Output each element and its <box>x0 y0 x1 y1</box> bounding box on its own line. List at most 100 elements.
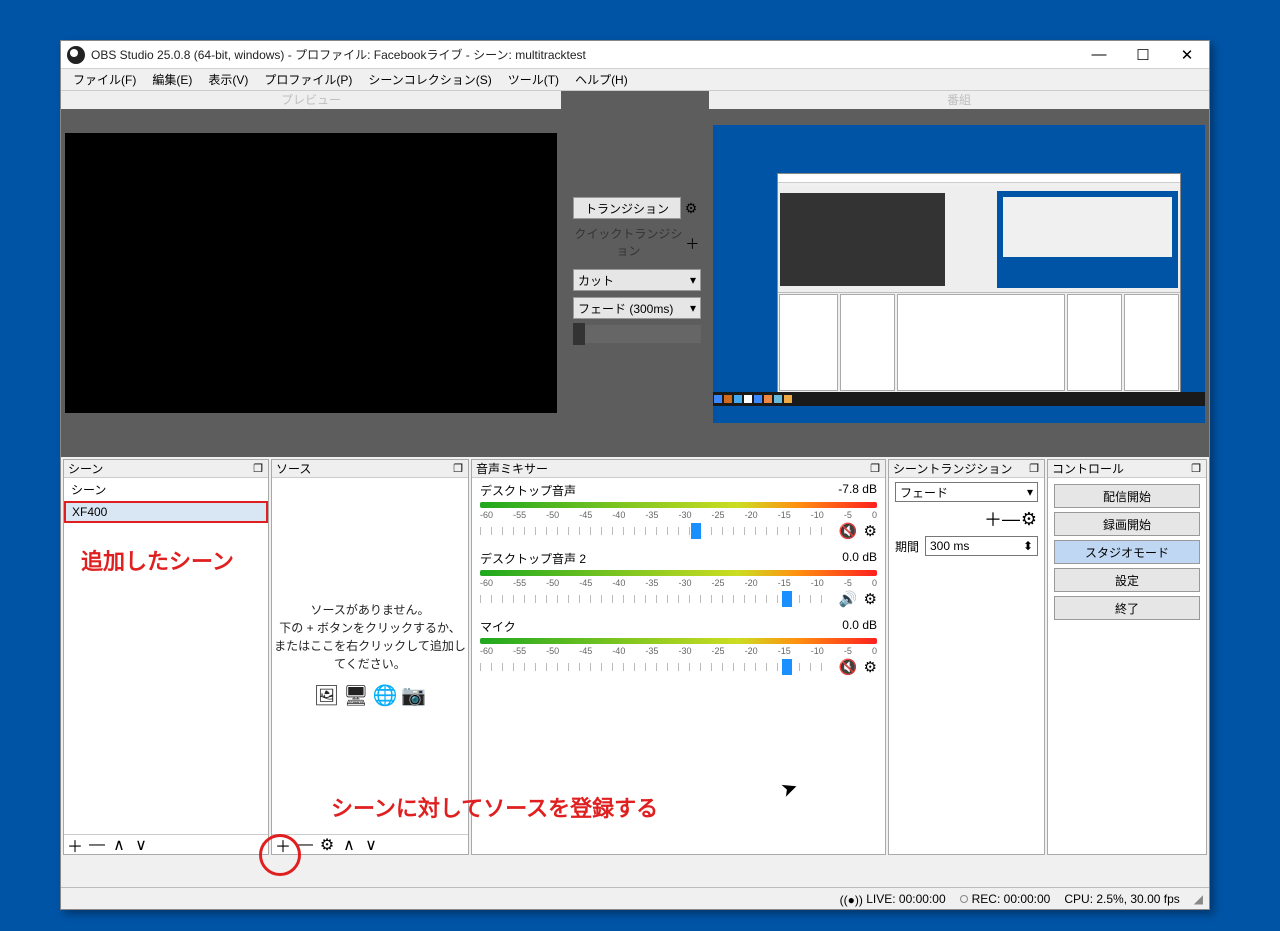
obs-icon <box>67 46 85 64</box>
taskbar-preview <box>713 392 1205 406</box>
close-button[interactable]: ✕ <box>1165 41 1209 69</box>
minimize-button[interactable]: — <box>1077 41 1121 69</box>
channel-name: デスクトップ音声 2 <box>480 550 842 567</box>
status-bar: ((●)) LIVE: 00:00:00 REC: 00:00:00 CPU: … <box>61 887 1209 909</box>
globe-icon: 🌐 <box>372 681 397 711</box>
undock-icon[interactable]: ❐ <box>252 462 264 475</box>
program-label: 番組 <box>709 91 1209 109</box>
annotation-register-source: シーンに対してソースを登録する <box>331 791 658 823</box>
scene-item[interactable]: シーン <box>64 478 268 501</box>
undock-icon[interactable]: ❐ <box>452 462 464 475</box>
monitor-icon: 🖥 <box>343 681 368 711</box>
remove-scene-button[interactable]: — <box>88 836 106 854</box>
resize-grip-icon[interactable]: ◢ <box>1194 892 1203 906</box>
menubar: ファイル(F) 編集(E) 表示(V) プロファイル(P) シーンコレクション(… <box>61 69 1209 91</box>
menu-help[interactable]: ヘルプ(H) <box>567 69 636 90</box>
controls-dock: コントロール❐ 配信開始 録画開始 スタジオモード 設定 終了 <box>1047 459 1207 855</box>
menu-view[interactable]: 表示(V) <box>200 69 256 90</box>
sources-empty-l3: またはここを右クリックして追加してください。 <box>272 637 468 673</box>
fade-select[interactable]: フェード (300ms)▾ <box>573 297 701 319</box>
mute-icon[interactable]: 🔇 <box>839 522 858 540</box>
gear-icon[interactable]: ⚙ <box>681 197 701 219</box>
mixer-title: 音声ミキサー <box>476 460 869 477</box>
menu-profile[interactable]: プロファイル(P) <box>256 69 360 90</box>
transitions-title: シーントランジション <box>893 460 1028 477</box>
gear-icon[interactable]: ⚙ <box>1020 509 1038 530</box>
settings-button[interactable]: 設定 <box>1054 568 1200 592</box>
camera-icon: 📷 <box>401 681 426 711</box>
rec-status: REC: 00:00:00 <box>960 892 1051 906</box>
level-meter <box>480 570 877 576</box>
speaker-icon[interactable]: 🔊 <box>839 590 858 608</box>
controls-title: コントロール <box>1052 460 1190 477</box>
gear-icon[interactable]: ⚙ <box>864 590 877 608</box>
cpu-status: CPU: 2.5%, 30.00 fps <box>1064 892 1179 906</box>
channel-name: デスクトップ音声 <box>480 482 838 499</box>
menu-scene-collection[interactable]: シーンコレクション(S) <box>360 69 499 90</box>
titlebar: OBS Studio 25.0.8 (64-bit, windows) - プロ… <box>61 41 1209 69</box>
preview-program-area: プレビュー トランジション ⚙ クイックトランジション＋ カット▾ フェード (… <box>61 91 1209 457</box>
exit-button[interactable]: 終了 <box>1054 596 1200 620</box>
volume-slider[interactable] <box>480 527 831 535</box>
undock-icon[interactable]: ❐ <box>1190 462 1202 475</box>
window-title: OBS Studio 25.0.8 (64-bit, windows) - プロ… <box>91 46 1077 63</box>
level-meter <box>480 638 877 644</box>
sources-empty[interactable]: ソースがありません。 下の + ボタンをクリックするか、 またはここを右クリック… <box>272 478 468 834</box>
scenes-toolbar: ＋ — ∧ ∨ <box>64 834 268 854</box>
move-up-icon[interactable]: ∧ <box>110 836 128 854</box>
menu-edit[interactable]: 編集(E) <box>144 69 200 90</box>
channel-db: -7.8 dB <box>838 482 877 499</box>
channel-name: マイク <box>480 618 842 635</box>
plus-icon[interactable]: ＋ <box>684 233 701 255</box>
quick-trans-label: クイックトランジション <box>573 225 684 259</box>
start-recording-button[interactable]: 録画開始 <box>1054 512 1200 536</box>
duration-label: 期間 <box>895 538 925 555</box>
preview-canvas[interactable] <box>65 133 557 413</box>
undock-icon[interactable]: ❐ <box>1028 462 1040 475</box>
start-streaming-button[interactable]: 配信開始 <box>1054 484 1200 508</box>
scenes-list: シーン XF400 <box>64 478 268 834</box>
minus-icon[interactable]: — <box>1002 509 1020 530</box>
annotation-circle <box>259 834 301 876</box>
t-bar-slider[interactable] <box>573 325 701 343</box>
cut-select[interactable]: カット▾ <box>573 269 701 291</box>
volume-slider[interactable] <box>480 595 831 603</box>
preview-label: プレビュー <box>61 91 561 109</box>
plus-icon[interactable]: ＋ <box>984 506 1002 532</box>
mute-icon[interactable]: 🔇 <box>839 658 858 676</box>
move-up-icon[interactable]: ∧ <box>340 836 358 854</box>
menu-tool[interactable]: ツール(T) <box>500 69 567 90</box>
channel-db: 0.0 dB <box>842 550 877 567</box>
studio-mode-button[interactable]: スタジオモード <box>1054 540 1200 564</box>
move-down-icon[interactable]: ∨ <box>132 836 150 854</box>
obs-window: OBS Studio 25.0.8 (64-bit, windows) - プロ… <box>60 40 1210 910</box>
preview-area: プレビュー <box>61 91 561 457</box>
gear-icon[interactable]: ⚙ <box>864 522 877 540</box>
scene-item-selected[interactable]: XF400 <box>64 501 268 523</box>
mixer-channel-desktop2: デスクトップ音声 20.0 dB -60-55-50-45-40-35-30-2… <box>472 546 885 614</box>
volume-slider[interactable] <box>480 663 831 671</box>
move-down-icon[interactable]: ∨ <box>362 836 380 854</box>
maximize-button[interactable]: ☐ <box>1121 41 1165 69</box>
mixer-channel-desktop1: デスクトップ音声-7.8 dB -60-55-50-45-40-35-30-25… <box>472 478 885 546</box>
source-settings-icon[interactable]: ⚙ <box>318 836 336 854</box>
menu-file[interactable]: ファイル(F) <box>65 69 144 90</box>
duration-input[interactable]: 300 ms⬍ <box>925 536 1038 556</box>
scenes-title: シーン <box>68 460 252 477</box>
program-content <box>777 173 1181 399</box>
sources-toolbar: ＋ — ⚙ ∧ ∨ <box>272 834 468 854</box>
channel-db: 0.0 dB <box>842 618 877 635</box>
program-area: 番組 <box>709 91 1209 457</box>
add-scene-button[interactable]: ＋ <box>66 836 84 854</box>
gear-icon[interactable]: ⚙ <box>864 658 877 676</box>
transition-select[interactable]: フェード▾ <box>895 482 1038 502</box>
transition-controls: トランジション ⚙ クイックトランジション＋ カット▾ フェード (300ms)… <box>573 197 701 343</box>
level-meter <box>480 502 877 508</box>
sources-empty-l1: ソースがありません。 <box>310 601 429 619</box>
transition-button[interactable]: トランジション <box>573 197 681 219</box>
undock-icon[interactable]: ❐ <box>869 462 881 475</box>
program-canvas[interactable] <box>713 125 1205 423</box>
annotation-added-scene: 追加したシーン <box>81 544 234 576</box>
scenes-dock: シーン❐ シーン XF400 ＋ — ∧ ∨ <box>63 459 269 855</box>
live-status: ((●)) LIVE: 00:00:00 <box>840 892 946 906</box>
